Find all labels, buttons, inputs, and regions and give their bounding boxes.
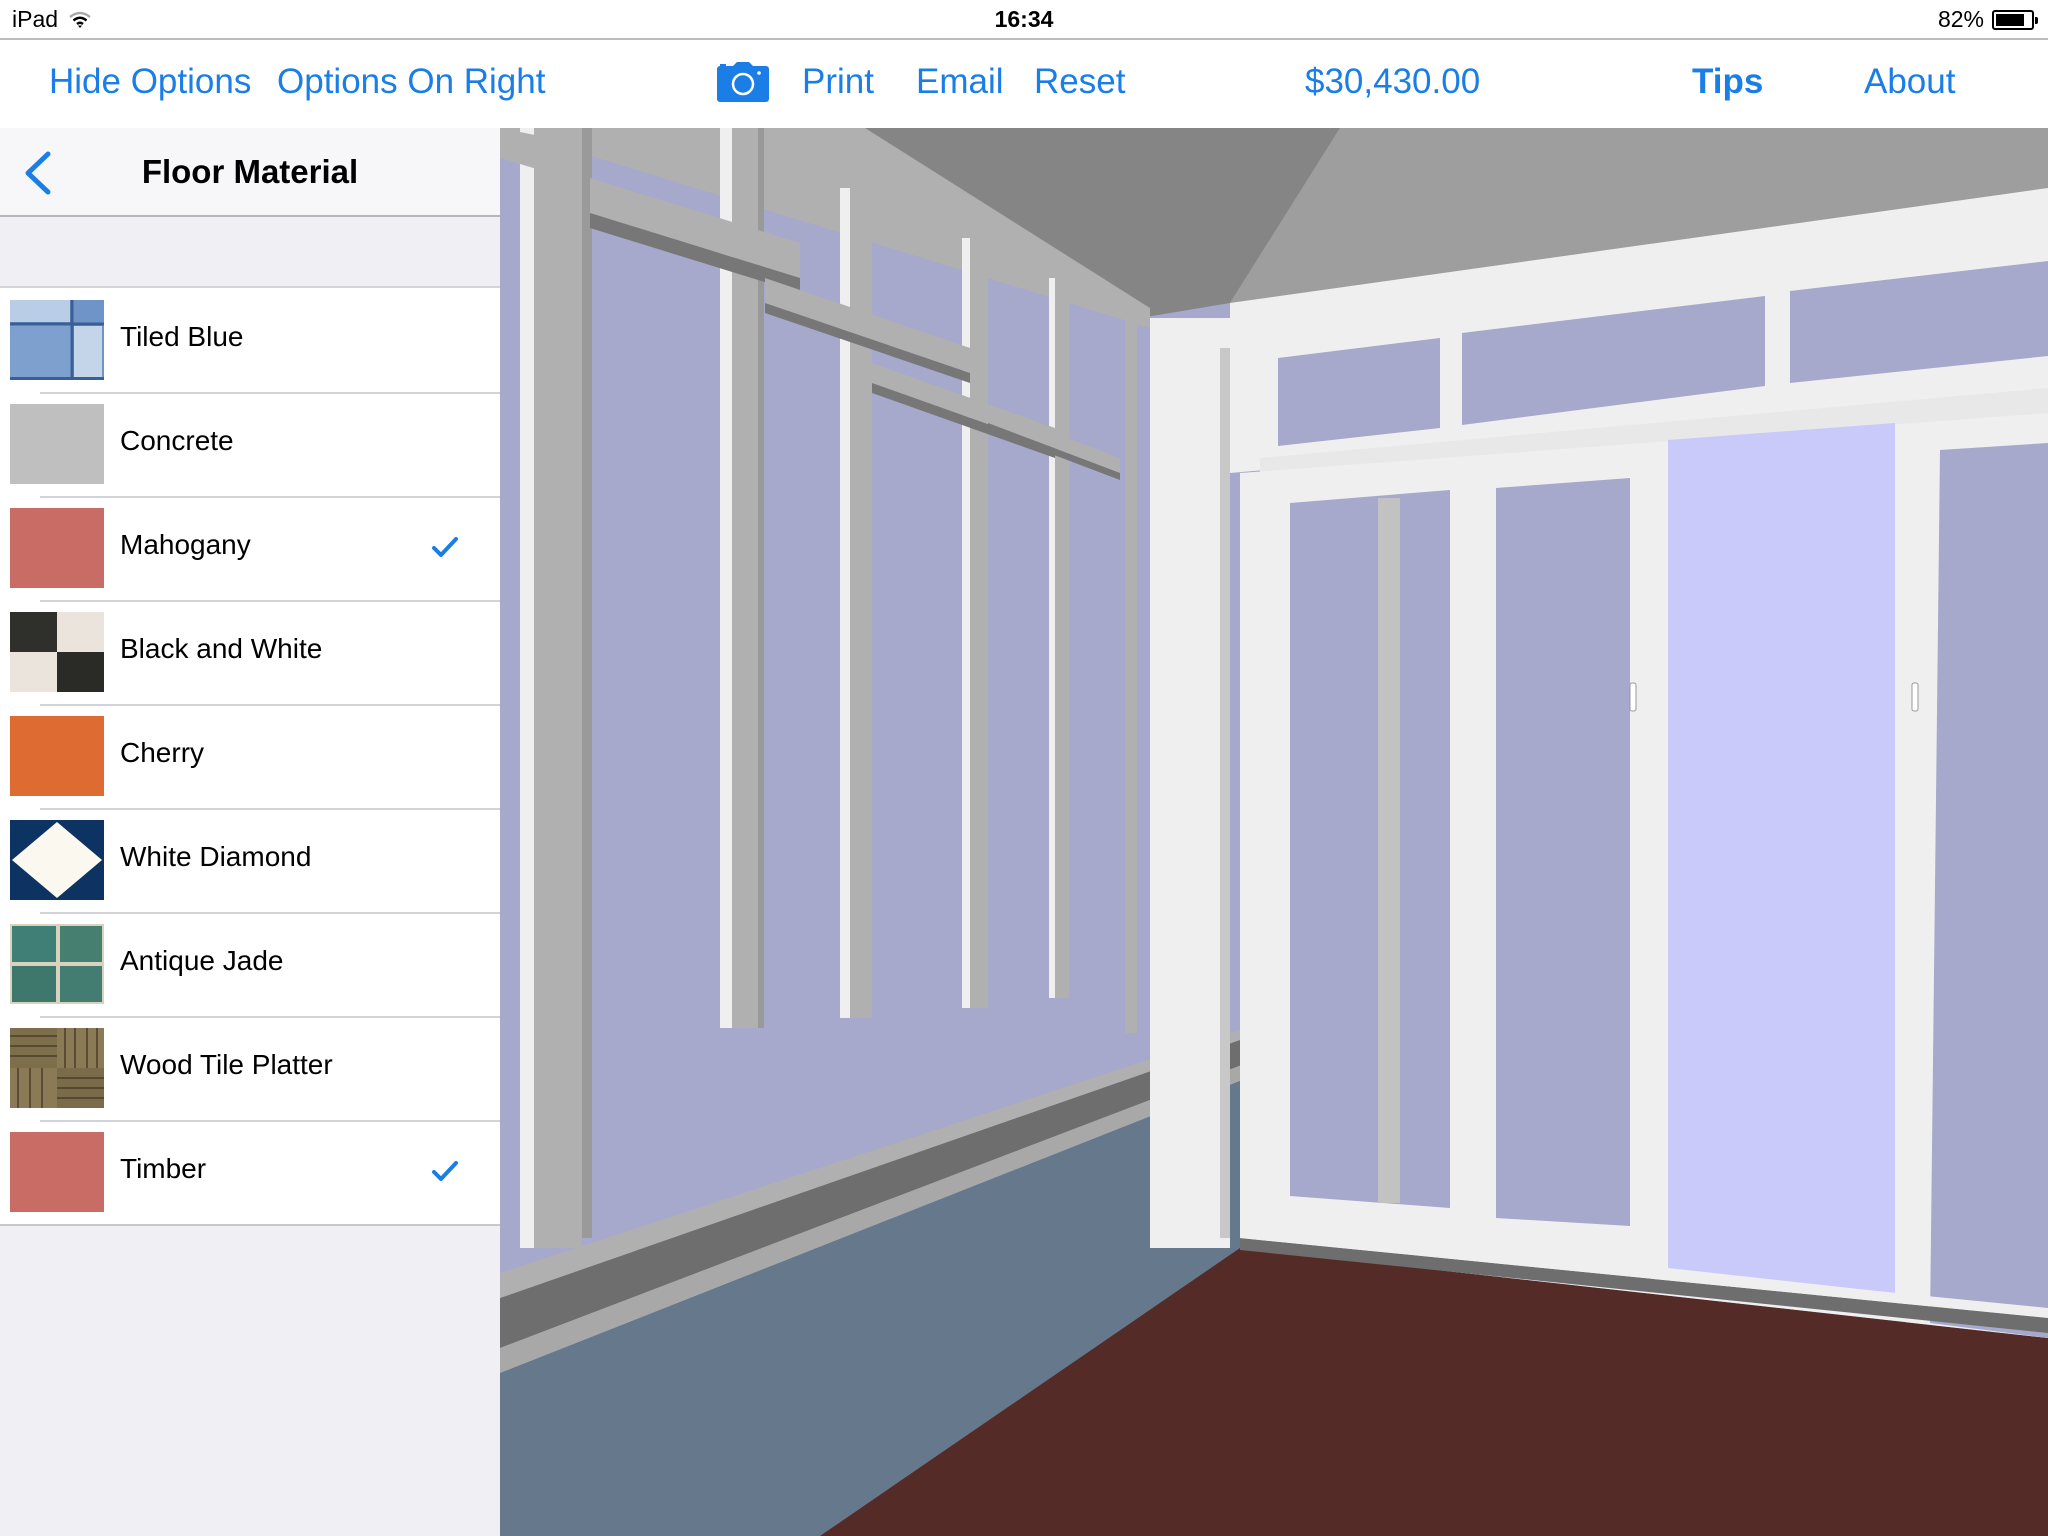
material-row[interactable]: Cherry (0, 704, 500, 808)
about-button[interactable]: About (1864, 62, 1955, 102)
material-label: Mahogany (120, 529, 251, 560)
sunroom-3d-view[interactable] (500, 128, 2048, 1536)
corner-post-shadow (1220, 348, 1230, 1238)
hide-options-button[interactable]: Hide Options (49, 62, 251, 102)
tips-button[interactable]: Tips (1692, 62, 1763, 102)
black-and-white-swatch (10, 612, 104, 692)
material-label: Tiled Blue (120, 321, 244, 352)
material-label: Antique Jade (120, 945, 284, 976)
material-row[interactable]: Concrete (0, 392, 500, 496)
timber-swatch (10, 1132, 104, 1212)
sidebar-nav-bar: Floor Material (0, 128, 500, 217)
cherry-swatch (10, 716, 104, 796)
status-bar: iPad 16:34 82% (0, 0, 2048, 40)
battery-icon (1992, 9, 2038, 30)
device-name: iPad (12, 6, 59, 32)
material-label: Wood Tile Platter (120, 1049, 333, 1080)
transom-mullion-2 (1765, 288, 1787, 398)
material-row[interactable]: Mahogany (0, 496, 500, 600)
wood-tile-platter-swatch (10, 1028, 104, 1108)
white-diamond-swatch (10, 820, 104, 900)
toolbar: Hide Options Options On Right Print Emai… (0, 40, 2048, 128)
material-row[interactable]: Antique Jade (0, 912, 500, 1016)
door-handle-2[interactable] (1911, 682, 1919, 712)
print-button[interactable]: Print (802, 62, 874, 102)
status-left: iPad (12, 6, 92, 33)
door-opening (1668, 423, 1895, 1293)
material-row[interactable]: Black and White (0, 600, 500, 704)
material-row[interactable]: Tiled Blue (0, 288, 500, 392)
camera-icon[interactable] (717, 62, 769, 102)
wifi-icon (69, 11, 91, 28)
battery-percent: 82% (1937, 6, 1984, 32)
material-row[interactable]: White Diamond (0, 808, 500, 912)
material-row[interactable]: Wood Tile Platter (0, 1016, 500, 1120)
material-list: Tiled Blue Concrete Mahogany Black and Whit… (0, 286, 500, 1226)
options-sidebar: Floor Material Tiled Blue Concrete Mahogan… (0, 128, 500, 1536)
material-label: Concrete (120, 425, 234, 456)
material-label: Cherry (120, 737, 205, 768)
clock: 16:34 (994, 6, 1054, 32)
options-on-right-button[interactable]: Options On Right (277, 62, 545, 102)
checkmark-icon (432, 1161, 458, 1181)
door-pane-1 (1290, 490, 1450, 1208)
sunroom-render[interactable] (500, 128, 2048, 1536)
door-pane-2 (1496, 478, 1630, 1226)
checkmark-icon (432, 537, 458, 557)
material-label: Timber (120, 1153, 207, 1184)
material-label: Black and White (120, 633, 323, 664)
door-handle-1[interactable] (1629, 682, 1637, 712)
email-button[interactable]: Email (916, 62, 1004, 102)
reset-button[interactable]: Reset (1034, 62, 1125, 102)
tiled-blue-swatch (10, 300, 104, 380)
door-pane-3 (1930, 443, 2048, 1338)
transom-mullion-1 (1440, 328, 1462, 438)
concrete-swatch (10, 404, 104, 484)
door-divider (1378, 498, 1400, 1203)
price-label[interactable]: $30,430.00 (1305, 62, 1480, 102)
battery-level (1996, 13, 2024, 26)
antique-jade-swatch (10, 924, 104, 1004)
corner-post (1150, 318, 1230, 1248)
status-right: 82% (1937, 6, 2038, 33)
material-label: White Diamond (120, 841, 312, 872)
mahogany-swatch (10, 508, 104, 588)
sidebar-title: Floor Material (141, 153, 359, 190)
material-row[interactable]: Timber (0, 1120, 500, 1224)
